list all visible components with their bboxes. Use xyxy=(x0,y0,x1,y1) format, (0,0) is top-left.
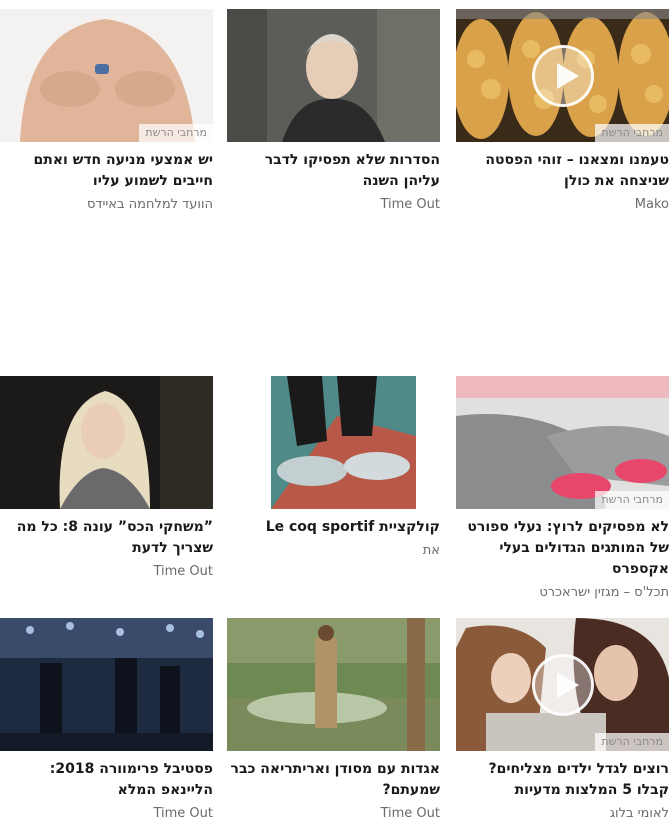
silver-shoes-photo-icon xyxy=(227,376,440,509)
sponsored-badge: מרחבי הרשת xyxy=(595,733,669,751)
card-title[interactable]: הסדרות שלא תפסיקו לדבר עליהן השנה xyxy=(227,150,440,192)
card-title[interactable]: לא מפסיקים לרוץ: נעלי ספורט של המותגים ה… xyxy=(456,517,669,580)
card-thumbnail[interactable]: מרחבי הרשת xyxy=(456,376,669,509)
concert-stage-photo-icon xyxy=(0,618,213,751)
play-icon[interactable] xyxy=(531,44,594,107)
card-thumbnail[interactable] xyxy=(0,618,213,751)
card-source: לאומי בלוג xyxy=(609,806,669,821)
card-source: Time Out xyxy=(380,197,440,212)
card-thumbnail[interactable]: מרחבי הרשת xyxy=(456,618,669,751)
card-source: תכל'ס – מגזין ישראכרט xyxy=(539,585,669,600)
card-source: Time Out xyxy=(153,564,213,579)
card-title[interactable]: פסטיבל פרימוורה 2018: הליינאפ המלא xyxy=(0,759,213,801)
play-icon[interactable] xyxy=(531,653,594,716)
card-thumbnail[interactable] xyxy=(227,9,440,142)
card-title[interactable]: קולקציית Le coq sportif xyxy=(227,517,440,538)
card-thumbnail[interactable] xyxy=(227,618,440,751)
card-source: Time Out xyxy=(153,806,213,821)
sponsored-badge: מרחבי הרשת xyxy=(595,124,669,142)
card-source: Time Out xyxy=(380,806,440,821)
card-title[interactable]: אגדות עם מסודן ואריתריאה כבר שמעתם? xyxy=(227,759,440,801)
card-thumbnail[interactable] xyxy=(227,376,440,509)
sneakers-leggings-photo-icon xyxy=(456,376,669,509)
card-thumbnail[interactable]: מרחבי הרשת xyxy=(456,9,669,142)
sponsored-badge: מרחבי הרשת xyxy=(595,491,669,509)
card-source: את xyxy=(422,543,440,558)
card-title[interactable]: טעמנו ומצאנו – זוהי הפסטה שניצחה את כולן xyxy=(456,150,669,192)
man-by-pond-photo-icon xyxy=(227,618,440,751)
card-title[interactable]: ”משחקי הכס” עונה 8: כל מה שצריך לדעת xyxy=(0,517,213,559)
card-source: Mako xyxy=(634,197,669,212)
sponsored-badge: מרחבי הרשת xyxy=(139,124,213,142)
card-thumbnail[interactable] xyxy=(0,376,213,509)
blonde-character-photo-icon xyxy=(0,376,213,509)
card-source: הוועד למלחמה באיידס xyxy=(86,197,213,212)
card-title[interactable]: יש אמצעי מניעה חדש ואתם חייבים לשמוע עלי… xyxy=(0,150,213,192)
man-holding-pill-photo-icon xyxy=(0,9,213,142)
card-title[interactable]: רוצים לגדל ילדים מצליחים? קבלו 5 המלצות … xyxy=(456,759,669,801)
woman-beanie-photo-icon xyxy=(227,9,440,142)
card-thumbnail[interactable]: מרחבי הרשת xyxy=(0,9,213,142)
